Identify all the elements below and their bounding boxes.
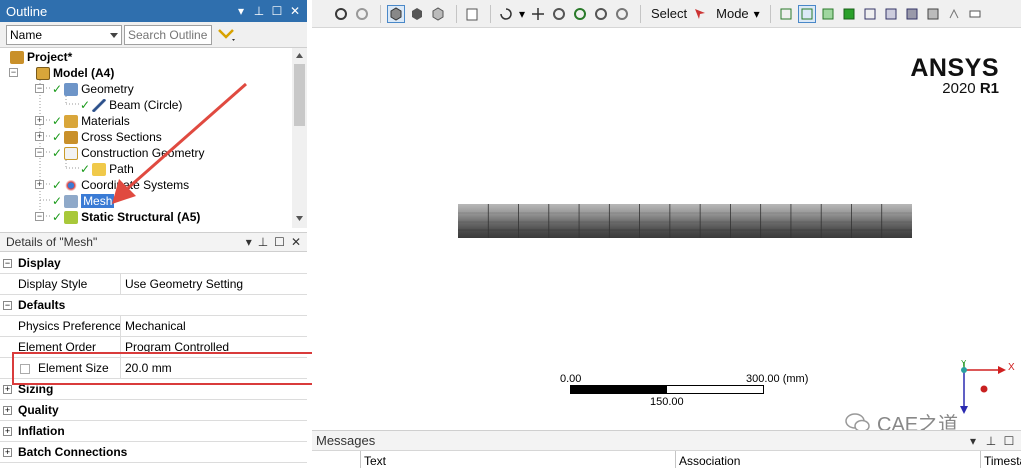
triad-y-label: Y (961, 359, 967, 368)
column-header-association[interactable]: Association (679, 454, 740, 468)
maximize-icon[interactable]: ☐ (271, 4, 283, 18)
select-face-icon[interactable] (819, 5, 837, 23)
group-label: Inflation (18, 424, 65, 438)
chevron-down-icon (110, 33, 118, 38)
version-release: R1 (979, 80, 999, 97)
group-defaults[interactable]: − Defaults (0, 295, 307, 316)
ansys-version: 2020 R1 (942, 80, 999, 97)
select-node-icon[interactable] (861, 5, 879, 23)
graphics-toolbar: ▾ Select Mode ▾ (312, 0, 1021, 28)
group-quality[interactable]: + Quality (0, 400, 307, 421)
search-outline-input[interactable] (124, 25, 212, 45)
outline-filter-bar: Name (0, 22, 307, 48)
ansys-logo: ANSYS (910, 54, 999, 82)
select-edge-icon[interactable] (797, 4, 816, 23)
chevron-down-icon[interactable]: ▾ (518, 5, 526, 23)
shaded-view-icon[interactable] (408, 5, 426, 23)
zoom-to-fit-icon[interactable] (592, 5, 610, 23)
filter-type-select[interactable]: Name (6, 25, 122, 45)
triad-x-label: X (1008, 362, 1015, 373)
expand-icon[interactable]: + (3, 384, 12, 394)
zoom-in-icon[interactable] (550, 5, 568, 23)
coordinates-icon[interactable] (945, 5, 963, 23)
prop-key: Display Style (18, 277, 88, 291)
close-icon[interactable]: ✕ (289, 4, 301, 18)
beam-mesh-model[interactable] (458, 204, 912, 238)
filter-options-icon[interactable] (216, 26, 236, 44)
select-mode-icon[interactable] (691, 5, 709, 23)
select-element-icon[interactable] (882, 5, 900, 23)
column-header-timestamp[interactable]: Timesta (984, 454, 1021, 468)
group-label: Display (18, 256, 61, 270)
column-header-text[interactable]: Text (364, 454, 386, 468)
select-label[interactable]: Select (651, 6, 687, 21)
group-display[interactable]: − Display (0, 253, 307, 274)
scale-mid-label: 150.00 (650, 396, 684, 408)
expand-icon[interactable]: + (3, 426, 12, 436)
box-zoom-icon[interactable] (571, 5, 589, 23)
select-mesh-icon[interactable] (924, 5, 942, 23)
pin-icon[interactable]: ⊥ (258, 235, 268, 249)
annotation-arrow (112, 82, 247, 204)
group-label: Quality (18, 403, 59, 417)
prop-physics-preference[interactable]: Physics Preference Mechanical (0, 316, 307, 337)
filter-type-value: Name (10, 28, 43, 42)
label-icon[interactable] (966, 5, 984, 23)
dropdown-icon[interactable]: ▾ (235, 4, 247, 18)
expand-icon[interactable]: + (3, 405, 12, 415)
select-vertex-icon[interactable] (777, 5, 795, 23)
magnifier-icon[interactable] (613, 5, 631, 23)
outline-title-bar: Outline ▾ ⊥ ☐ ✕ (0, 0, 307, 22)
scale-start-label: 0.00 (560, 373, 582, 385)
maximize-icon[interactable]: ☐ (1003, 434, 1015, 448)
group-label: Defaults (18, 298, 66, 312)
maximize-icon[interactable]: ☐ (274, 235, 285, 249)
details-title-bar: Details of "Mesh" ▾ ⊥ ☐ ✕ (0, 232, 307, 252)
group-label: Batch Connections (18, 445, 128, 459)
group-batch-connections[interactable]: + Batch Connections (0, 442, 307, 463)
annotation-highlight-box (12, 352, 315, 385)
group-inflation[interactable]: + Inflation (0, 421, 307, 442)
clipboard-icon[interactable] (463, 5, 481, 23)
render-view-icon[interactable] (429, 5, 447, 23)
messages-table-header: Text Association Timesta (312, 450, 1021, 468)
dropdown-icon[interactable]: ▾ (967, 434, 979, 448)
expand-icon[interactable]: + (3, 447, 12, 457)
prop-display-style[interactable]: Display Style Use Geometry Setting (0, 274, 307, 295)
messages-title-bar: Messages ▾ ⊥ ☐ (312, 430, 1021, 450)
collapse-icon[interactable]: − (3, 300, 12, 310)
outline-scrollbar-thumb[interactable] (294, 64, 305, 126)
axis-triad[interactable]: X Y (948, 358, 1020, 416)
messages-title: Messages (316, 433, 376, 448)
pan-icon[interactable] (529, 5, 547, 23)
pin-icon[interactable]: ⊥ (985, 434, 997, 448)
collapse-icon[interactable]: − (3, 258, 12, 268)
version-year: 2020 (942, 80, 976, 97)
outline-tree: Project* − Model (A4) − ✓ Geometry ✓ Bea… (0, 48, 292, 228)
scale-end-label: 300.00 (mm) (746, 373, 809, 385)
select-body-icon[interactable] (840, 5, 858, 23)
close-icon[interactable]: ✕ (291, 235, 301, 249)
prop-key: Physics Preference (18, 319, 122, 333)
prop-value[interactable]: Use Geometry Setting (125, 277, 243, 291)
rotate-icon[interactable] (497, 5, 515, 23)
scale-bar-fill (571, 386, 667, 393)
dropdown-icon[interactable]: ▾ (246, 235, 252, 249)
details-title: Details of "Mesh" (6, 235, 98, 249)
zoom-icon[interactable] (332, 5, 350, 23)
select-element-face-icon[interactable] (903, 5, 921, 23)
solid-view-icon[interactable] (387, 4, 405, 23)
zoom-out-icon[interactable] (353, 5, 371, 23)
prop-value[interactable]: Mechanical (125, 319, 186, 333)
pin-icon[interactable]: ⊥ (253, 4, 265, 18)
chevron-down-icon[interactable]: ▾ (753, 5, 761, 23)
outline-title: Outline (6, 3, 48, 19)
mode-dropdown[interactable]: Mode (716, 6, 749, 21)
